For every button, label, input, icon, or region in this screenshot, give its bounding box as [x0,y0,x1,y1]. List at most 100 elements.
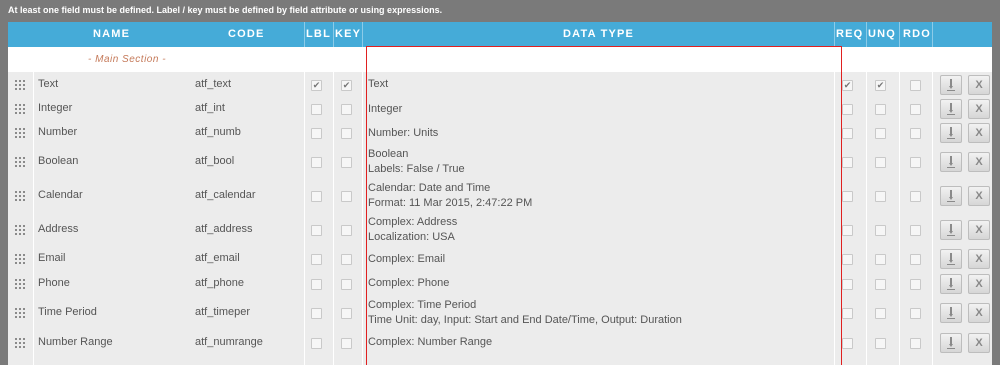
col-header-key[interactable]: KEY [335,28,361,40]
delete-x-icon[interactable]: X [968,303,990,323]
data-type-detail: Format: 11 Mar 2015, 2:47:22 PM [368,197,533,209]
rdo-checkbox[interactable] [910,308,921,319]
lbl-checkbox[interactable] [311,157,322,168]
key-checkbox[interactable] [341,308,352,319]
unq-checkbox[interactable] [875,225,886,236]
lbl-checkbox[interactable]: ✔ [311,79,322,91]
key-checkbox[interactable] [341,157,352,168]
req-checkbox[interactable] [842,191,853,202]
key-checkbox[interactable]: ✔ [341,79,352,91]
key-checkbox[interactable] [341,225,352,236]
unq-checkbox[interactable]: ✔ [875,79,886,91]
lbl-checkbox[interactable] [311,128,322,139]
drag-handle-icon[interactable] [15,337,25,348]
col-header-data-type[interactable]: DATA TYPE [563,28,634,40]
lbl-checkbox[interactable] [311,104,322,115]
table-row[interactable]: Address atf_address Complex: Address Locali… [8,213,992,247]
unq-checkbox[interactable] [875,337,886,349]
table-row[interactable]: Boolean atf_bool Boolean Labels: False / Tr… [8,145,992,179]
rdo-checkbox[interactable] [910,157,921,168]
col-header-lbl[interactable]: LBL [306,28,331,40]
rdo-checkbox[interactable] [910,79,921,91]
edit-icon[interactable] [940,99,962,119]
drag-handle-icon[interactable] [15,104,25,114]
edit-icon[interactable] [940,332,962,353]
rdo-checkbox[interactable] [910,128,921,139]
delete-x-icon[interactable]: X [968,74,990,95]
key-checkbox[interactable] [341,278,352,290]
unq-checkbox[interactable] [875,254,886,265]
drag-handle-icon[interactable] [15,225,25,235]
key-checkbox[interactable] [341,337,352,349]
lbl-checkbox[interactable] [311,254,322,265]
unq-checkbox[interactable] [875,128,886,139]
req-checkbox[interactable] [842,225,853,236]
edit-icon[interactable] [940,249,962,269]
table-row[interactable]: Number atf_numb Number: Units X [8,121,992,145]
unq-checkbox[interactable] [875,278,886,290]
delete-x-icon[interactable]: X [968,332,990,353]
delete-x-icon[interactable]: X [968,273,990,294]
key-checkbox[interactable] [341,128,352,139]
col-header-code[interactable]: CODE [228,28,265,40]
drag-handle-icon[interactable] [15,128,25,138]
lbl-checkbox[interactable] [311,308,322,319]
rdo-checkbox[interactable] [910,337,921,349]
key-checkbox[interactable] [341,104,352,115]
delete-x-icon[interactable]: X [968,123,990,143]
lbl-checkbox[interactable] [311,337,322,349]
edit-icon[interactable] [940,123,962,143]
drag-handle-icon[interactable] [15,191,25,201]
rdo-checkbox[interactable] [910,191,921,202]
unq-checkbox[interactable] [875,157,886,168]
table-row[interactable]: Calendar atf_calendar Calendar: Date and T… [8,179,992,213]
table-row[interactable]: Integer atf_int Integer X [8,97,992,121]
edit-icon[interactable] [940,303,962,323]
lbl-checkbox[interactable] [311,225,322,236]
col-header-name[interactable]: NAME [93,28,130,40]
rdo-checkbox[interactable] [910,278,921,290]
edit-icon[interactable] [940,74,962,95]
table-row[interactable]: Time Period atf_timeper Complex: Time Peri… [8,296,992,330]
table-row[interactable]: Phone atf_phone Complex: Phone X [8,271,992,296]
col-header-rdo[interactable]: RDO [903,28,931,40]
table-row[interactable]: Text atf_text Text ✔ ✔ ✔ ✔ X [8,72,992,97]
edit-icon[interactable] [940,152,962,172]
field-name: Time Period [38,306,97,318]
unq-checkbox[interactable] [875,308,886,319]
req-checkbox[interactable]: ✔ [842,79,853,91]
key-checkbox[interactable] [341,254,352,265]
delete-x-icon[interactable]: X [968,152,990,172]
drag-handle-icon[interactable] [15,254,25,264]
edit-icon[interactable] [940,273,962,294]
drag-handle-icon[interactable] [15,157,25,167]
edit-icon[interactable] [940,220,962,240]
req-checkbox[interactable] [842,157,853,168]
unq-checkbox[interactable] [875,104,886,115]
rdo-checkbox[interactable] [910,254,921,265]
delete-x-icon[interactable]: X [968,186,990,206]
delete-x-icon[interactable]: X [968,99,990,119]
key-checkbox[interactable] [341,191,352,202]
unq-checkbox[interactable] [875,191,886,202]
table-row[interactable]: Email atf_email Complex: Email X [8,247,992,271]
delete-x-icon[interactable]: X [968,249,990,269]
drag-handle-icon[interactable] [15,308,25,318]
rdo-checkbox[interactable] [910,104,921,115]
req-checkbox[interactable] [842,128,853,139]
req-checkbox[interactable] [842,308,853,319]
lbl-checkbox[interactable] [311,278,322,290]
col-header-req[interactable]: REQ [836,28,863,40]
req-checkbox[interactable] [842,254,853,265]
delete-x-icon[interactable]: X [968,220,990,240]
req-checkbox[interactable] [842,337,853,349]
col-header-unq[interactable]: UNQ [868,28,896,40]
req-checkbox[interactable] [842,104,853,115]
drag-handle-icon[interactable] [15,278,25,289]
lbl-checkbox[interactable] [311,191,322,202]
drag-handle-icon[interactable] [15,79,25,90]
req-checkbox[interactable] [842,278,853,290]
edit-icon[interactable] [940,186,962,206]
rdo-checkbox[interactable] [910,225,921,236]
table-row[interactable]: Number Range atf_numrange Complex: Number … [8,330,992,355]
